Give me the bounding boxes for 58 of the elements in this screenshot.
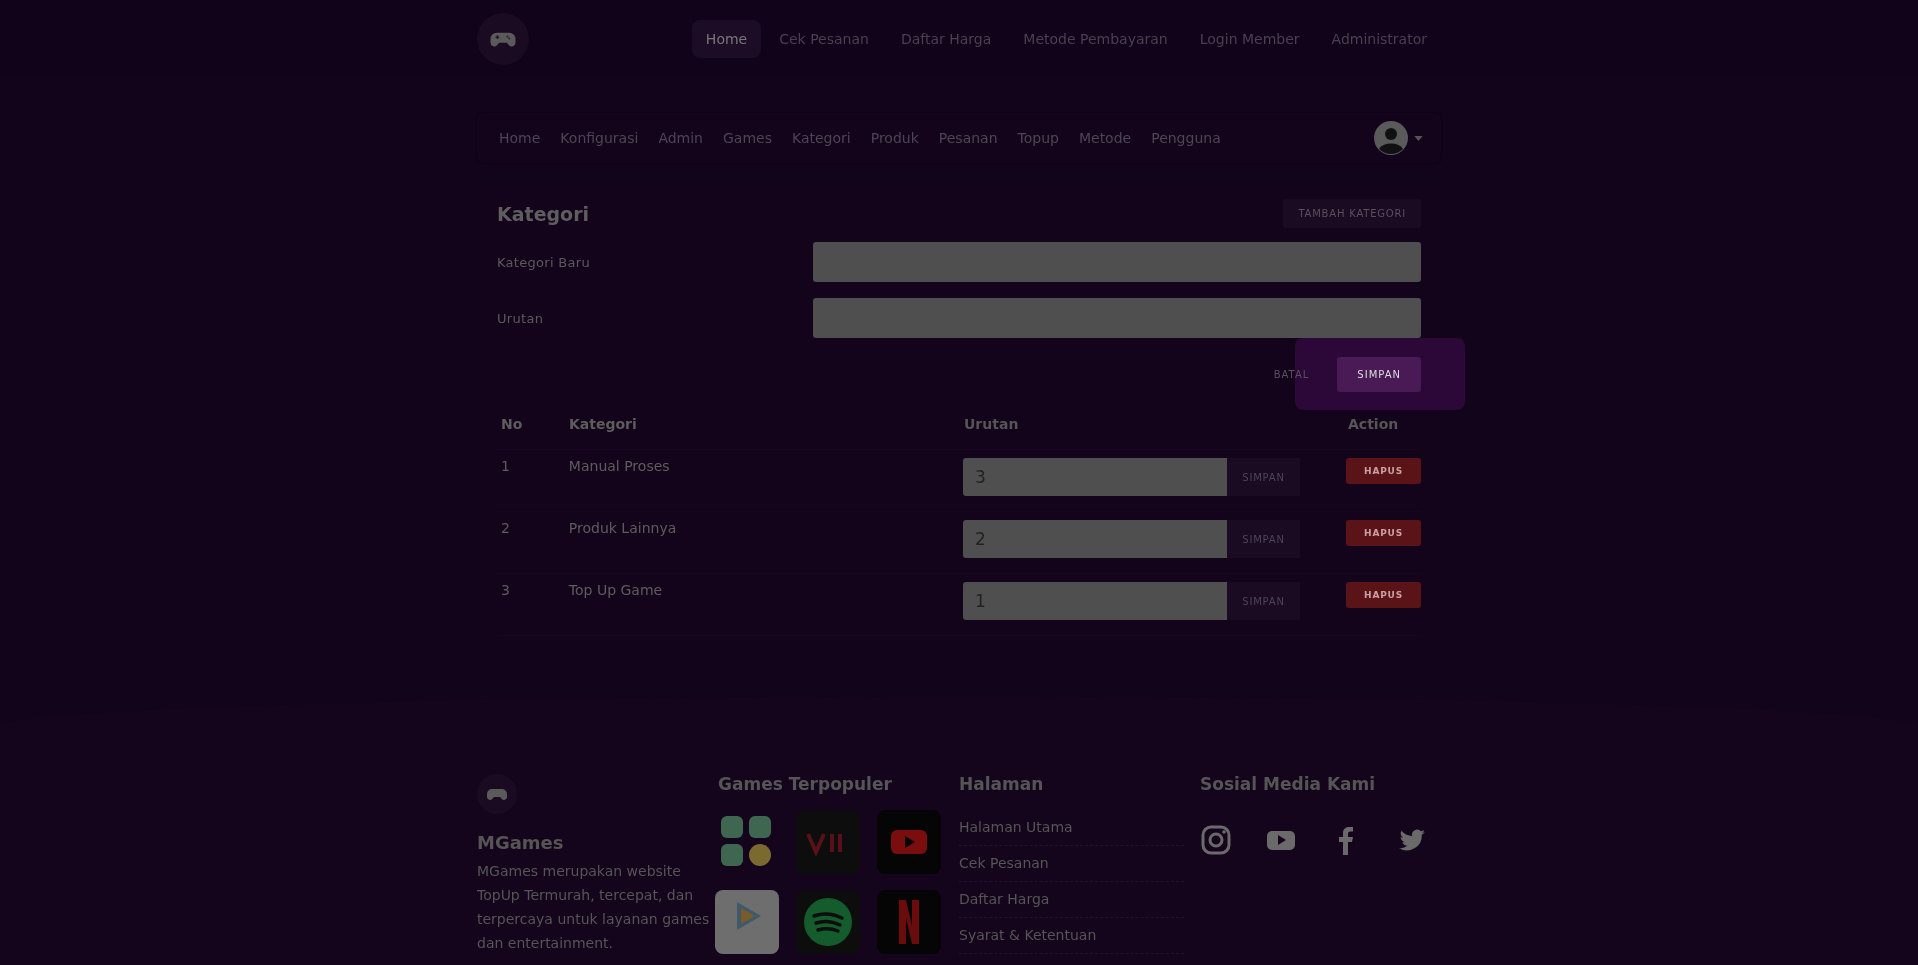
column-header: Kategori	[569, 416, 638, 432]
admin-nav-link[interactable]: Pesanan	[928, 130, 1008, 146]
admin-nav-link[interactable]: Produk	[860, 130, 929, 146]
admin-nav-link[interactable]: Konfigurasi	[550, 130, 649, 146]
delete-button[interactable]: HAPUS	[1346, 458, 1421, 484]
section-heading: Sosial Media Kami	[1200, 774, 1377, 794]
camera-icon[interactable]	[1200, 824, 1232, 856]
admin-nav-link[interactable]: Games	[713, 130, 782, 146]
admin-nav-link[interactable]: Admin	[648, 130, 713, 146]
admin-nav-link[interactable]: Kategori	[782, 130, 861, 146]
nav-link[interactable]: Home	[691, 20, 762, 58]
play-logo-icon[interactable]	[715, 890, 779, 954]
column-header: No	[500, 416, 524, 432]
nav-link[interactable]: Administrator	[1317, 20, 1441, 58]
add-category-button[interactable]: TAMBAH KATEGORI	[1283, 199, 1421, 228]
input-field[interactable]	[813, 298, 1421, 338]
save-order-button[interactable]: SIMPAN	[1226, 520, 1300, 558]
delete-button[interactable]: HAPUS	[1346, 582, 1421, 608]
caret-icon[interactable]	[1414, 135, 1423, 141]
play-button-icon[interactable]	[877, 810, 941, 874]
table-cell-text: Manual Proses	[568, 458, 671, 474]
column-header: Action	[1348, 416, 1400, 432]
footer-link[interactable]: Cek Pesanan	[959, 846, 1184, 882]
nav-link[interactable]: Daftar Harga	[886, 20, 1006, 58]
admin-nav-link[interactable]: Metode	[1068, 130, 1142, 146]
table-cell-text: 2	[500, 520, 511, 536]
admin-nav-link[interactable]: Pengguna	[1141, 130, 1231, 146]
field-label: Kategori Baru	[497, 254, 592, 270]
field-label: Urutan	[497, 310, 545, 326]
column-header: Urutan	[964, 416, 1020, 432]
footer-link[interactable]: Daftar Harga	[959, 882, 1184, 918]
table-cell-text: Produk Lainnya	[568, 520, 678, 536]
footer-link[interactable]: Halaman Utama	[959, 810, 1184, 846]
table-cell-text: 1	[500, 458, 511, 474]
footer-link[interactable]: Syarat & Ketentuan	[959, 918, 1184, 954]
delete-button[interactable]: HAPUS	[1346, 520, 1421, 546]
save-button[interactable]: SIMPAN	[1337, 356, 1421, 392]
section-heading: Games Terpopuler	[718, 774, 893, 794]
brand-name: MGames	[477, 832, 565, 853]
cancel-button[interactable]: BATAL	[1267, 367, 1316, 381]
table-cell-text: 3	[500, 582, 511, 598]
card-title: Kategori	[497, 202, 590, 225]
table-cell-text: Top Up Game	[568, 582, 664, 598]
letter-logo-icon[interactable]	[877, 890, 941, 954]
admin-nav-link[interactable]: Topup	[1007, 130, 1069, 146]
save-order-button[interactable]: SIMPAN	[1226, 582, 1300, 620]
nav-link[interactable]: Cek Pesanan	[765, 20, 883, 58]
logo-icon[interactable]	[477, 13, 529, 65]
save-order-button[interactable]: SIMPAN	[1226, 458, 1300, 496]
wave-logo-icon[interactable]	[796, 890, 860, 954]
admin-nav-link[interactable]: Home	[489, 130, 551, 146]
brand-description: MGames merupakan website TopUp Termurah, tercepat, dan terpercaya untuk layanan games dan entertainment.	[477, 862, 711, 953]
nav-link[interactable]: Login Member	[1185, 20, 1314, 58]
section-heading: Halaman	[959, 774, 1045, 794]
avatar-icon[interactable]	[1374, 121, 1408, 155]
logo-icon[interactable]	[477, 774, 517, 814]
nav-link[interactable]: Metode Pembayaran	[1009, 20, 1182, 58]
input-field[interactable]	[813, 242, 1421, 282]
